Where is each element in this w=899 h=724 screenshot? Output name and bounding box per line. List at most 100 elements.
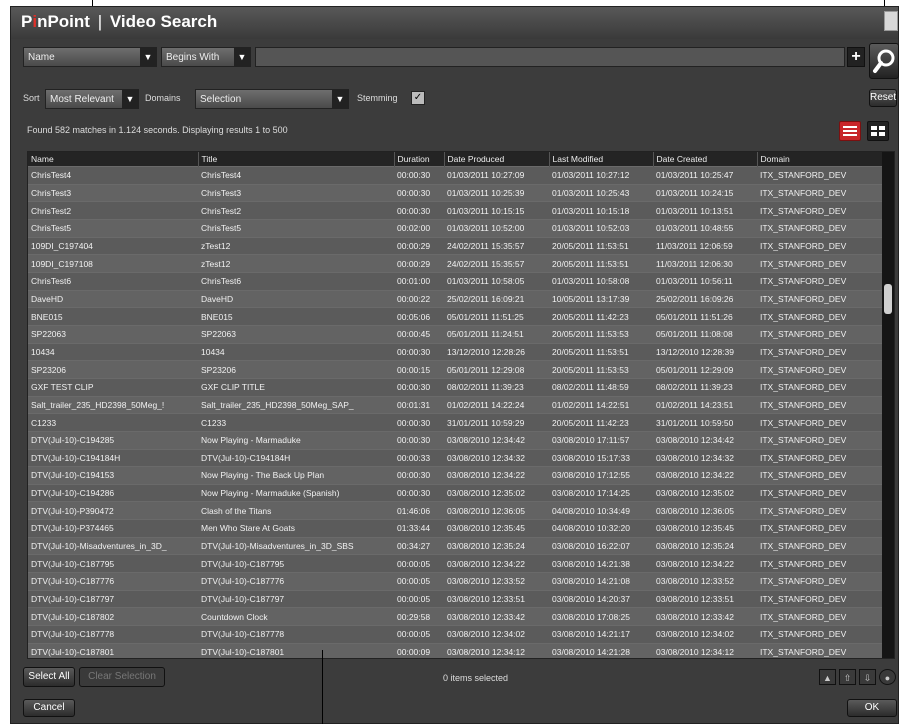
domains-select[interactable]: Selection ▼	[195, 89, 349, 109]
list-view-button[interactable]	[839, 121, 861, 141]
table-row[interactable]: ChrisTest5 ChrisTest5 00:02:00 01/03/2011 1…	[28, 218, 882, 238]
table-row[interactable]: 10434 10434 00:00:30 13/12/2010 12:28:26 20/…	[28, 342, 882, 361]
table-row[interactable]: ChrisTest4 ChrisTest4 00:00:30 01/03/2011 1…	[28, 166, 882, 185]
table-row[interactable]: GXF TEST CLIP GXF CLIP TITLE 00:00:30 08/02…	[28, 377, 882, 397]
field-select[interactable]: Name ▼	[23, 47, 157, 67]
table-row[interactable]: SP23206 SP23206 00:00:15 05/01/2011 12:29:0…	[28, 360, 882, 379]
table-cell: 03/08/2010 12:34:12	[444, 642, 549, 658]
table-cell: DTV(Jul-10)-C187797	[28, 589, 198, 608]
table-cell: 00:00:33	[394, 448, 444, 467]
table-cell: ChrisTest5	[198, 218, 394, 238]
table-row[interactable]: DTV(Jul-10)-C194285 Now Playing - Marmadu…	[28, 430, 882, 449]
stemming-checkbox[interactable]: ✓	[411, 91, 425, 105]
table-cell: 31/01/2011 10:59:29	[444, 413, 549, 432]
table-row[interactable]: ChrisTest2 ChrisTest2 00:00:30 01/03/2011 1…	[28, 201, 882, 220]
table-row[interactable]: DTV(Jul-10)-C187801 DTV(Jul-10)-C187801 00…	[28, 642, 882, 658]
select-all-button[interactable]: Select All	[23, 667, 75, 687]
search-button[interactable]	[869, 43, 899, 79]
reset-button-label: Reset	[870, 92, 897, 103]
table-cell: 00:00:30	[394, 413, 444, 432]
column-header[interactable]: Date Created	[653, 152, 758, 167]
table-cell: 03/08/2010 12:33:42	[653, 607, 757, 626]
table-row[interactable]: DTV(Jul-10)-C187795 DTV(Jul-10)-C187795 00…	[28, 554, 882, 573]
table-cell: SP22063	[28, 324, 198, 344]
table-cell: DTV(Jul-10)-C194153	[28, 466, 198, 485]
table-row[interactable]: 109DI_C197108 zTest12 00:00:29 24/02/2011 1…	[28, 254, 882, 273]
caret-up-icon: ▲	[823, 673, 832, 683]
table-cell: Salt_trailer_235_HD2398_50Meg_!	[28, 395, 198, 414]
grid-view-button[interactable]	[867, 121, 889, 141]
table-row[interactable]: BNE015 BNE015 00:05:06 05/01/2011 11:51:25 2…	[28, 307, 882, 326]
table-cell: ChrisTest3	[28, 183, 198, 202]
table-cell: 11/03/2011 12:06:30	[653, 254, 757, 273]
table-cell: Clash of the Titans	[198, 501, 394, 520]
table-row[interactable]: SP22063 SP22063 00:00:45 05/01/2011 11:24:5…	[28, 324, 882, 344]
table-cell: 00:00:30	[394, 377, 444, 397]
clear-selection-button[interactable]: Clear Selection	[79, 667, 165, 687]
table-row[interactable]: DTV(Jul-10)-C187776 DTV(Jul-10)-C187776 00…	[28, 572, 882, 591]
sort-select[interactable]: Most Relevant ▼	[45, 89, 139, 109]
ok-button[interactable]: OK	[847, 699, 897, 717]
reset-button[interactable]: Reset	[869, 89, 897, 107]
table-cell: 03/08/2010 15:17:33	[549, 448, 653, 467]
table-row[interactable]: DTV(Jul-10)-Misadventures_in_3D_ DTV(Jul-…	[28, 536, 882, 555]
table-cell: ITX_STANFORD_DEV	[757, 236, 882, 255]
table-cell: 03/08/2010 14:21:38	[549, 554, 653, 573]
column-header[interactable]: Last Modified	[549, 152, 654, 167]
table-cell: zTest12	[198, 254, 394, 273]
search-input[interactable]	[255, 47, 845, 67]
table-row[interactable]: ChrisTest6 ChrisTest6 00:01:00 01/03/2011 1…	[28, 271, 882, 291]
column-header[interactable]: Duration	[394, 152, 445, 167]
table-cell: 04/08/2010 10:32:20	[549, 519, 653, 538]
table-cell: 00:00:29	[394, 236, 444, 255]
table-row[interactable]: DTV(Jul-10)-C187778 DTV(Jul-10)-C187778 00…	[28, 625, 882, 644]
table-cell: 03/08/2010 12:34:12	[653, 642, 757, 658]
table-cell: 109DI_C197108	[28, 254, 198, 273]
table-row[interactable]: DTV(Jul-10)-C187802 Countdown Clock 00:29:…	[28, 607, 882, 626]
table-cell: 03/08/2010 12:34:42	[444, 430, 549, 449]
table-row[interactable]: ChrisTest3 ChrisTest3 00:00:30 01/03/2011 1…	[28, 183, 882, 202]
first-page-button[interactable]: ▲	[819, 669, 836, 685]
refresh-button[interactable]: ●	[879, 669, 896, 685]
scrollbar-thumb[interactable]	[884, 284, 892, 314]
table-cell: ITX_STANFORD_DEV	[757, 324, 882, 344]
table-row[interactable]: DTV(Jul-10)-P374465 Men Who Stare At Goat…	[28, 519, 882, 538]
table-cell: 03/08/2010 14:21:28	[549, 642, 653, 658]
table-cell: 01/03/2011 10:48:55	[653, 218, 757, 238]
operator-select-value: Begins With	[166, 52, 220, 63]
table-row[interactable]: DTV(Jul-10)-C194153 Now Playing - The Bac…	[28, 466, 882, 485]
column-header[interactable]: Title	[198, 152, 395, 167]
column-header[interactable]: Domain	[757, 152, 883, 167]
column-header[interactable]: Date Produced	[444, 152, 550, 167]
table-cell: 01/03/2011 10:24:15	[653, 183, 757, 202]
table-cell: 04/08/2010 10:34:49	[549, 501, 653, 520]
table-cell: 00:01:31	[394, 395, 444, 414]
table-row[interactable]: C1233 C1233 00:00:30 31/01/2011 10:59:29 20/…	[28, 413, 882, 432]
table-cell: 10434	[28, 342, 198, 361]
chevron-down-icon: ▼	[332, 90, 348, 108]
select-all-label: Select All	[28, 671, 70, 682]
table-row[interactable]: 109DI_C197404 zTest12 00:00:29 24/02/2011 1…	[28, 236, 882, 255]
table-cell: 03/08/2010 17:11:57	[549, 430, 653, 449]
results-table-container: Name Title Duration Date Produced Last M…	[27, 151, 895, 659]
table-cell: DTV(Jul-10)-Misadventures_in_3D_SBS	[198, 536, 394, 555]
operator-select[interactable]: Begins With ▼	[161, 47, 251, 67]
window-control-button[interactable]	[884, 11, 898, 31]
table-row[interactable]: DaveHD DaveHD 00:00:22 25/02/2011 16:09:21 1…	[28, 289, 882, 308]
column-header[interactable]: Name	[28, 152, 199, 167]
previous-page-button[interactable]: ⇧	[839, 669, 856, 685]
table-row[interactable]: Salt_trailer_235_HD2398_50Meg_! Salt_trai…	[28, 395, 882, 414]
table-cell: 03/08/2010 12:35:24	[653, 536, 757, 555]
app-logo-name: nPoint	[37, 12, 90, 31]
table-row[interactable]: DTV(Jul-10)-C194184H DTV(Jul-10)-C194184H…	[28, 448, 882, 467]
add-criteria-button[interactable]: +	[847, 47, 865, 67]
table-row[interactable]: DTV(Jul-10)-P390472 Clash of the Titans 01…	[28, 501, 882, 520]
next-page-button[interactable]: ⇩	[859, 669, 876, 685]
table-cell: C1233	[198, 413, 394, 432]
vertical-scrollbar[interactable]	[882, 152, 894, 658]
table-row[interactable]: DTV(Jul-10)-C194286 Now Playing - Marmadu…	[28, 483, 882, 502]
table-cell: ITX_STANFORD_DEV	[757, 466, 882, 485]
table-row[interactable]: DTV(Jul-10)-C187797 DTV(Jul-10)-C187797 00…	[28, 589, 882, 608]
table-cell: 03/08/2010 12:34:22	[653, 554, 757, 573]
cancel-button[interactable]: Cancel	[23, 699, 75, 717]
